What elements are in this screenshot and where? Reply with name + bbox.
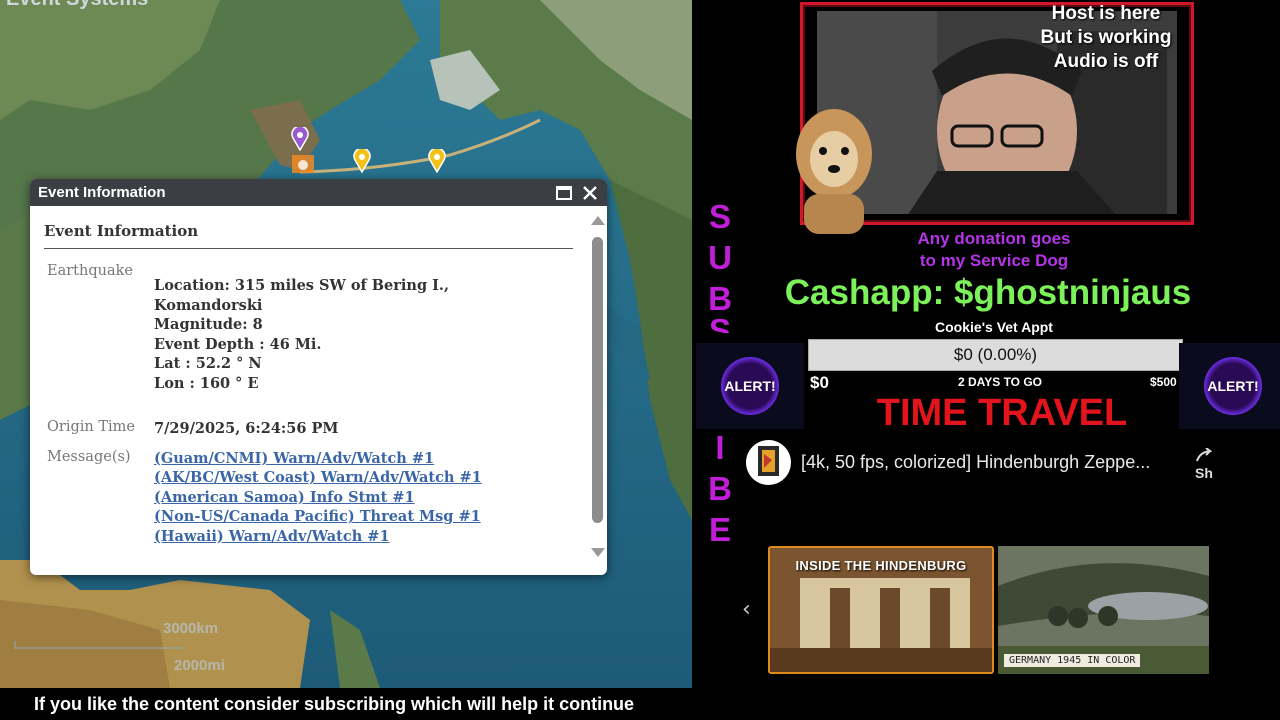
host-status-note: Host is here But is working Audio is off [1026, 2, 1186, 74]
donation-note: Any donation goes to my Service Dog [880, 228, 1108, 272]
share-label: Sh [1195, 465, 1213, 481]
donation-goal-progress: $0 (0.00%) [953, 345, 1038, 364]
close-icon[interactable] [581, 184, 599, 202]
messages-list: (Guam/CNMI) Warn/Adv/Watch #1 (AK/BC/Wes… [154, 449, 482, 547]
popup-header-title: Event Information [38, 184, 166, 201]
earthquake-epicenter-icon[interactable] [290, 153, 320, 177]
scale-bar [14, 641, 184, 649]
channel-avatar[interactable] [746, 440, 791, 485]
host-note-line: Audio is off [1053, 51, 1159, 72]
depth-value: Event Depth : 46 Mi. [154, 335, 322, 353]
host-note-line: Host is here [1051, 3, 1161, 24]
message-link[interactable]: (American Samoa) Info Stmt #1 [154, 488, 482, 508]
scale-mi-label: 2000mi [174, 657, 225, 674]
section-title: Event Information [44, 222, 573, 249]
alert-badge-right: ALERT! [1179, 343, 1280, 429]
message-link[interactable]: (Hawaii) Warn/Adv/Watch #1 [154, 527, 482, 547]
messages-row: Message(s) (Guam/CNMI) Warn/Adv/Watch #1… [44, 449, 589, 547]
subscribe-letter: B [708, 470, 732, 507]
popup-scrollbar[interactable] [591, 213, 605, 571]
message-link[interactable]: (AK/BC/West Coast) Warn/Adv/Watch #1 [154, 468, 482, 488]
donation-goal-days-left: 2 DAYS TO GO [957, 375, 1043, 389]
video-title[interactable]: [4k, 50 fps, colorized] Hindenburgh Zepp… [801, 452, 1181, 473]
subscribe-letter: B [708, 280, 732, 317]
subscribe-letter: E [708, 511, 731, 548]
origin-time-row: Origin Time 7/29/2025, 6:24:56 PM [44, 419, 589, 439]
origin-time-label: Origin Time [47, 419, 135, 435]
message-link[interactable]: (Non-US/Canada Pacific) Threat Msg #1 [154, 507, 482, 527]
subscribe-letter: S [708, 198, 731, 235]
donation-goal-min: $0 [810, 373, 829, 392]
share-button[interactable]: Sh [1189, 447, 1219, 488]
time-travel-banner: TIME TRAVEL [876, 392, 1128, 434]
map-title: Event Systems [6, 0, 148, 11]
footer-subscribe-message: If you like the content consider subscri… [34, 694, 635, 714]
earthquake-label: Earthquake [47, 263, 133, 279]
video-thumbnail[interactable]: INSIDE THE HINDENBURG [768, 546, 994, 674]
scroll-down-icon[interactable] [591, 548, 605, 557]
messages-label: Message(s) [47, 448, 131, 465]
alert-label: ALERT! [724, 378, 776, 394]
event-marker-yellow-icon[interactable] [428, 149, 446, 173]
location-line: Location: 315 miles SW of Bering I., [154, 277, 450, 294]
scroll-up-icon[interactable] [591, 216, 605, 225]
thumbnail-caption: GERMANY 1945 IN COLOR [1004, 654, 1141, 667]
alert-badge-left: ALERT! [696, 343, 804, 429]
donation-line: Any donation goes [917, 229, 1071, 248]
event-marker-yellow-icon[interactable] [353, 149, 371, 173]
thumbnail-caption: INSIDE THE HINDENBURG [795, 558, 967, 573]
subscribe-letter: U [708, 239, 732, 276]
donation-goal-bar: $0 (0.00%) [808, 339, 1183, 371]
host-note-line: But is working [1040, 27, 1172, 48]
scale-km-label: 3000km [163, 620, 219, 637]
latitude-value: Lat : 52.2 ° N [154, 355, 262, 372]
maximize-icon[interactable] [555, 184, 573, 202]
carousel-prev-icon[interactable]: ‹ [742, 597, 751, 622]
map-view[interactable]: Event Systems 3000km 2000mi Event Inform… [0, 0, 692, 688]
service-dog-image [796, 109, 872, 234]
longitude-value: Lon : 160 ° E [154, 374, 259, 392]
stream-screen: Event Systems 3000km 2000mi Event Inform… [0, 0, 1280, 720]
event-information-popup[interactable]: Event Information Event Information Eart… [30, 179, 607, 575]
video-thumbnail[interactable]: GERMANY 1945 IN COLOR [998, 546, 1209, 674]
donation-line: to my Service Dog [919, 251, 1069, 270]
subscribe-letter: I [715, 429, 725, 466]
share-arrow-icon [1196, 447, 1213, 462]
cashapp-handle: Cashapp: $ghostninjaus [784, 273, 1192, 312]
alert-ring-icon: ALERT! [1204, 357, 1262, 415]
event-marker-purple-icon[interactable] [291, 127, 309, 151]
scrollbar-thumb[interactable] [592, 237, 603, 523]
alert-ring-icon: ALERT! [721, 357, 779, 415]
earthquake-row: Earthquake Location: 315 miles SW of Ber… [44, 263, 589, 393]
popup-body: Event Information Earthquake Location: 3… [30, 206, 589, 575]
subscribe-letter: S [706, 319, 734, 333]
popup-header: Event Information [30, 179, 607, 206]
donation-goal-max: $500 [1150, 375, 1177, 389]
earthquake-details: Location: 315 miles SW of Bering I., Kom… [154, 276, 449, 393]
donation-goal-title: Cookie's Vet Appt [935, 319, 1053, 335]
origin-time-value: 7/29/2025, 6:24:56 PM [154, 420, 339, 437]
magnitude-value: Magnitude: 8 [154, 316, 263, 333]
message-link[interactable]: (Guam/CNMI) Warn/Adv/Watch #1 [154, 449, 482, 469]
location-line-2: Komandorski [154, 296, 263, 314]
alert-label: ALERT! [1207, 378, 1259, 394]
